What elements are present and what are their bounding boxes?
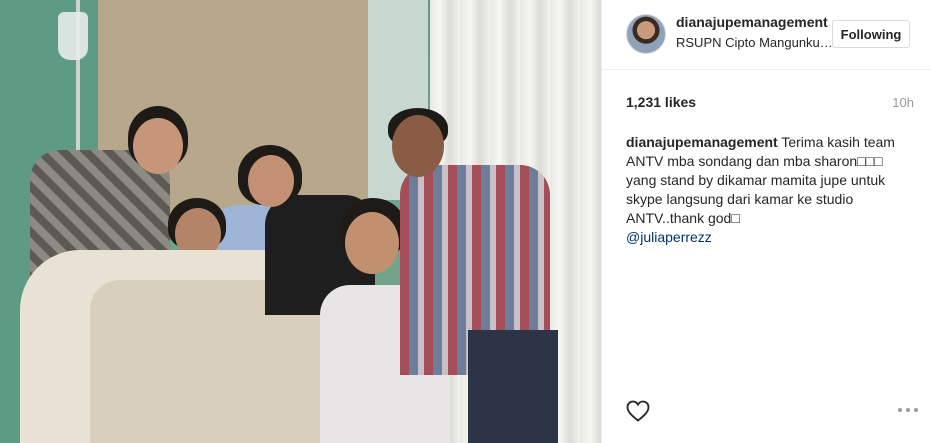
more-dot: [914, 408, 918, 412]
more-options-icon[interactable]: [898, 408, 918, 414]
post-time[interactable]: 10h: [892, 95, 914, 110]
post-header: dianajupemanagement RSUPN Cipto Mangunku…: [602, 0, 931, 70]
post-caption: dianajupemanagement Terima kasih team AN…: [626, 133, 916, 247]
post-photo[interactable]: [0, 0, 601, 443]
avatar[interactable]: [626, 14, 666, 54]
caption-mention[interactable]: @juliaperrezz: [626, 228, 712, 247]
location-link[interactable]: RSUPN Cipto Mangunkusumo: [676, 35, 836, 50]
photo-iv-bag: [58, 12, 88, 60]
post-sidebar: dianajupemanagement RSUPN Cipto Mangunku…: [601, 0, 931, 443]
username-link[interactable]: dianajupemanagement: [676, 14, 836, 30]
more-dot: [906, 408, 910, 412]
caption-username[interactable]: dianajupemanagement: [626, 134, 778, 150]
likes-count[interactable]: 1,231 likes: [626, 94, 696, 110]
likes-row: 1,231 likes 10h: [626, 94, 914, 114]
heart-icon[interactable]: [626, 400, 650, 422]
following-button[interactable]: Following: [832, 20, 910, 48]
more-dot: [898, 408, 902, 412]
